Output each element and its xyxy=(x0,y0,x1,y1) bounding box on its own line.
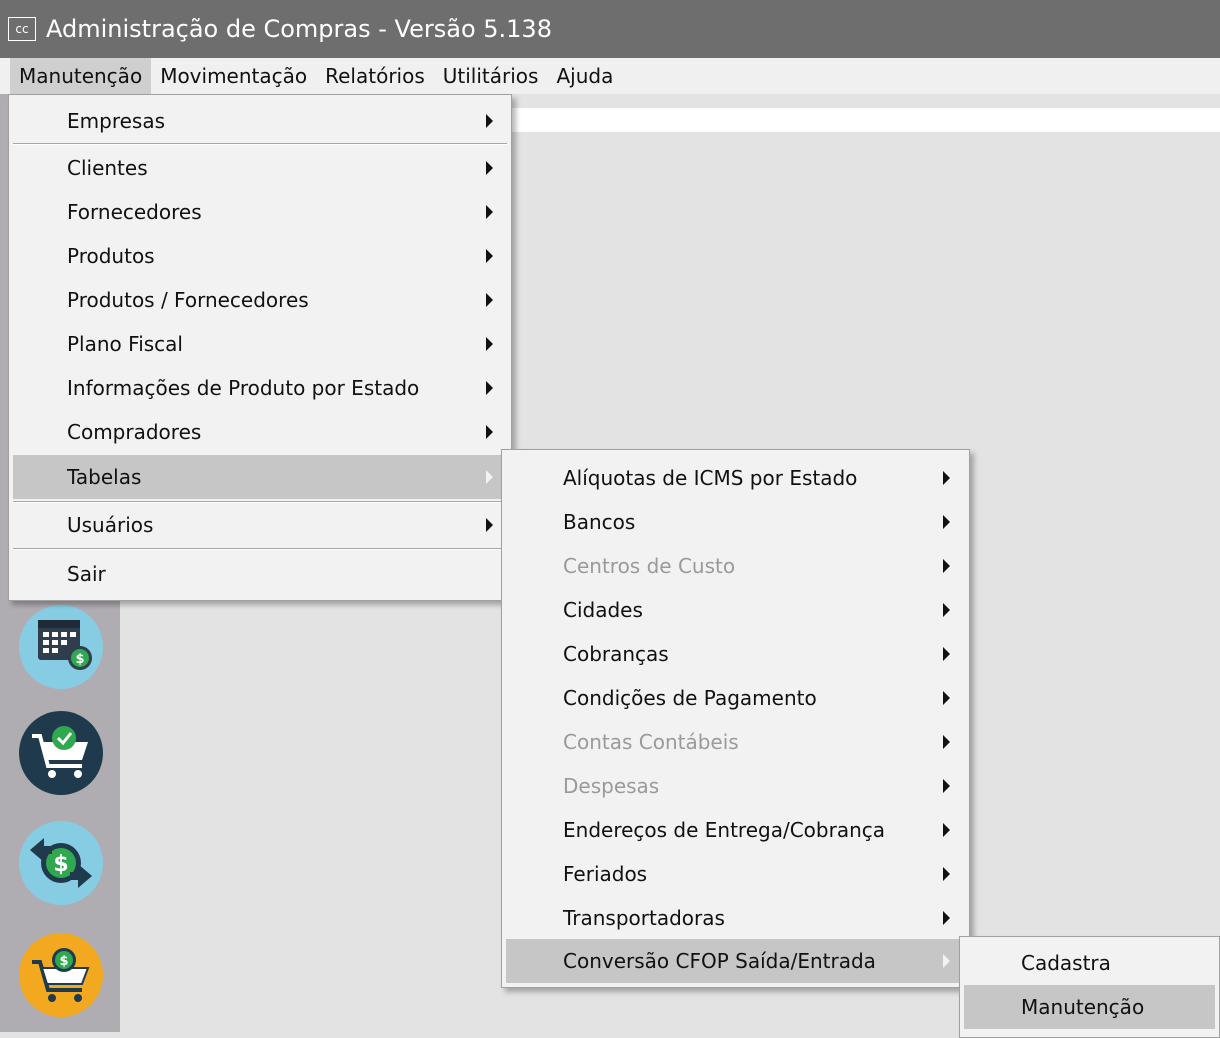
menu-item-produtos-fornecedores[interactable]: Produtos / Fornecedores xyxy=(9,278,511,322)
submenu-arrow-icon xyxy=(943,471,950,485)
app-icon[interactable]: cc xyxy=(8,17,36,41)
menu-item-aliquotas-icms[interactable]: Alíquotas de ICMS por Estado xyxy=(502,456,969,500)
submenu-arrow-icon xyxy=(943,779,950,793)
menu-item-empresas[interactable]: Empresas xyxy=(9,99,511,143)
menu-item-contas-contabeis: Contas Contábeis xyxy=(502,720,969,764)
menu-item-produtos[interactable]: Produtos xyxy=(9,234,511,278)
cart-money-icon[interactable]: $ xyxy=(18,932,104,1018)
menu-movimentacao[interactable]: Movimentação xyxy=(151,58,316,94)
submenu-arrow-icon xyxy=(486,470,493,484)
submenu-arrow-icon xyxy=(486,293,493,307)
menu-item-tabelas[interactable]: Tabelas xyxy=(13,455,507,499)
menu-item-compradores[interactable]: Compradores xyxy=(9,410,511,454)
menu-item-cadastra[interactable]: Cadastra xyxy=(960,941,1219,985)
menu-item-sair[interactable]: Sair xyxy=(9,552,511,596)
menu-item-bancos[interactable]: Bancos xyxy=(502,500,969,544)
menu-item-transportadoras[interactable]: Transportadoras xyxy=(502,896,969,940)
submenu-arrow-icon xyxy=(943,823,950,837)
menu-tabelas-submenu: Alíquotas de ICMS por Estado Bancos Cent… xyxy=(501,449,970,988)
cart-check-icon[interactable] xyxy=(18,710,104,796)
menu-item-feriados[interactable]: Feriados xyxy=(502,852,969,896)
submenu-arrow-icon xyxy=(943,647,950,661)
menu-item-plano-fiscal[interactable]: Plano Fiscal xyxy=(9,322,511,366)
title-bar: cc Administração de Compras - Versão 5.1… xyxy=(0,0,1220,58)
calendar-money-icon[interactable]: $ xyxy=(18,604,104,690)
submenu-arrow-icon xyxy=(943,735,950,749)
menu-item-centros-custo: Centros de Custo xyxy=(502,544,969,588)
money-exchange-icon[interactable]: $ xyxy=(18,820,104,906)
menu-relatorios[interactable]: Relatórios xyxy=(316,58,434,94)
menu-utilitarios[interactable]: Utilitários xyxy=(434,58,548,94)
menu-item-despesas: Despesas xyxy=(502,764,969,808)
submenu-arrow-icon xyxy=(943,559,950,573)
menu-item-fornecedores[interactable]: Fornecedores xyxy=(9,190,511,234)
menu-conversao-cfop-submenu: Cadastra Manutenção xyxy=(959,936,1220,1038)
submenu-arrow-icon xyxy=(486,161,493,175)
submenu-arrow-icon xyxy=(486,381,493,395)
submenu-arrow-icon xyxy=(943,515,950,529)
svg-text:$: $ xyxy=(75,652,84,667)
menu-manutencao-dropdown: Empresas Clientes Fornecedores Produtos … xyxy=(8,94,512,601)
submenu-arrow-icon xyxy=(943,867,950,881)
submenu-arrow-icon xyxy=(486,518,493,532)
menu-manutencao[interactable]: Manutenção xyxy=(10,58,152,94)
submenu-arrow-icon xyxy=(486,114,493,128)
menu-item-manutencao[interactable]: Manutenção xyxy=(964,985,1215,1029)
submenu-arrow-icon xyxy=(943,911,950,925)
svg-text:$: $ xyxy=(53,852,68,877)
submenu-arrow-icon xyxy=(486,205,493,219)
submenu-arrow-icon xyxy=(486,337,493,351)
window-title: Administração de Compras - Versão 5.138 xyxy=(46,15,552,43)
submenu-arrow-icon xyxy=(486,425,493,439)
menu-item-cobrancas[interactable]: Cobranças xyxy=(502,632,969,676)
submenu-arrow-icon xyxy=(943,954,950,968)
menu-separator xyxy=(13,143,507,145)
menu-item-usuarios[interactable]: Usuários xyxy=(9,503,511,547)
submenu-arrow-icon xyxy=(943,603,950,617)
submenu-arrow-icon xyxy=(486,249,493,263)
menu-item-conversao-cfop[interactable]: Conversão CFOP Saída/Entrada xyxy=(506,939,965,983)
menu-bar: Manutenção Movimentação Relatórios Utili… xyxy=(0,58,1220,94)
menu-item-cidades[interactable]: Cidades xyxy=(502,588,969,632)
menu-item-enderecos-entrega[interactable]: Endereços de Entrega/Cobrança xyxy=(502,808,969,852)
menu-ajuda[interactable]: Ajuda xyxy=(547,58,622,94)
menu-item-informacoes-produto-estado[interactable]: Informações de Produto por Estado xyxy=(9,366,511,410)
menu-item-clientes[interactable]: Clientes xyxy=(9,146,511,190)
menu-separator xyxy=(13,548,507,550)
menu-item-condicoes-pagamento[interactable]: Condições de Pagamento xyxy=(502,676,969,720)
submenu-arrow-icon xyxy=(943,691,950,705)
svg-text:$: $ xyxy=(59,954,68,969)
